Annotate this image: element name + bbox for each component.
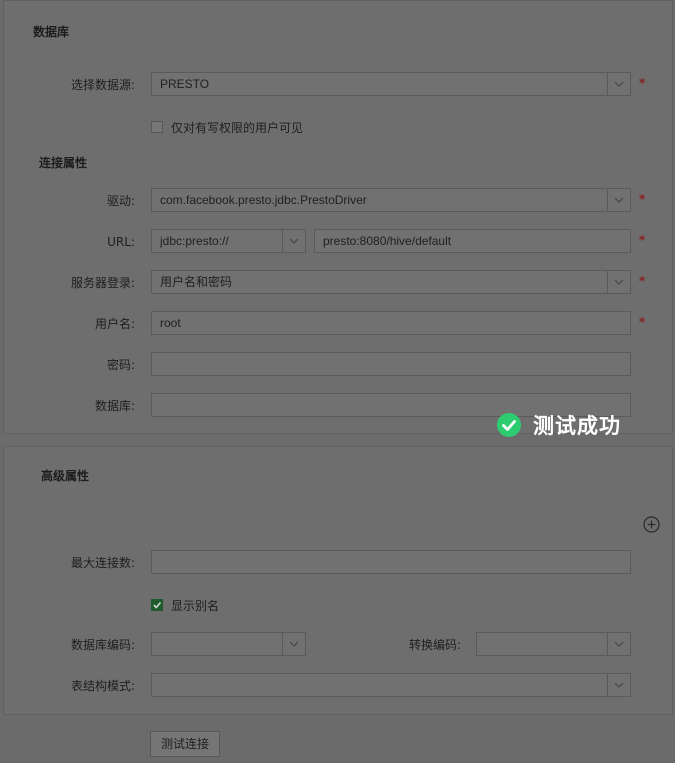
username-label: 用户名: xyxy=(94,317,135,331)
success-toast: 测试成功 xyxy=(497,410,621,440)
url-label: URL: xyxy=(107,235,135,249)
driver-label: 驱动: xyxy=(106,194,135,208)
convert-encoding-label: 转换编码: xyxy=(408,638,461,652)
required-mark: * xyxy=(639,76,646,90)
show-alias-checkbox[interactable] xyxy=(151,599,163,611)
advanced-section-title: 高级属性 xyxy=(41,469,90,483)
max-connections-input[interactable] xyxy=(151,550,631,574)
datasource-select[interactable]: PRESTO xyxy=(151,72,631,96)
write-permission-label: 仅对有写权限的用户可见 xyxy=(171,121,304,135)
convert-encoding-select[interactable] xyxy=(476,632,631,656)
url-prefix-value: jdbc:presto:// xyxy=(160,234,229,248)
driver-select[interactable]: com.facebook.presto.jdbc.PrestoDriver xyxy=(151,188,631,212)
required-mark: * xyxy=(639,192,646,206)
db-encoding-select[interactable] xyxy=(151,632,306,656)
show-alias-label: 显示别名 xyxy=(171,599,220,613)
db-encoding-label: 数据库编码: xyxy=(70,638,135,652)
password-input[interactable] xyxy=(151,352,631,376)
driver-value: com.facebook.presto.jdbc.PrestoDriver xyxy=(160,193,367,207)
url-prefix-select[interactable]: jdbc:presto:// xyxy=(151,229,306,253)
toast-text: 测试成功 xyxy=(533,414,621,438)
chevron-down-icon[interactable] xyxy=(607,73,630,95)
server-login-label: 服务器登录: xyxy=(70,276,135,290)
check-circle-icon xyxy=(497,413,521,437)
write-permission-checkbox[interactable] xyxy=(151,121,163,133)
chevron-down-icon[interactable] xyxy=(607,271,630,293)
server-login-select[interactable]: 用户名和密码 xyxy=(151,270,631,294)
database-section-title: 数据库 xyxy=(33,25,70,39)
schema-select[interactable] xyxy=(151,673,631,697)
chevron-down-icon[interactable] xyxy=(607,189,630,211)
required-mark: * xyxy=(639,315,646,329)
chevron-down-icon[interactable] xyxy=(282,230,305,252)
server-login-value: 用户名和密码 xyxy=(160,275,233,289)
password-label: 密码: xyxy=(106,358,135,372)
username-input[interactable]: root xyxy=(151,311,631,335)
schema-label: 表结构模式: xyxy=(70,679,135,693)
chevron-down-icon[interactable] xyxy=(607,633,630,655)
required-mark: * xyxy=(639,274,646,288)
datasource-label: 选择数据源: xyxy=(70,78,135,92)
database-label: 数据库: xyxy=(94,399,135,413)
connection-section-title: 连接属性 xyxy=(39,156,88,170)
url-input[interactable]: presto:8080/hive/default xyxy=(314,229,631,253)
chevron-down-icon[interactable] xyxy=(282,633,305,655)
chevron-down-icon[interactable] xyxy=(607,674,630,696)
required-mark: * xyxy=(639,233,646,247)
check-icon xyxy=(153,601,162,609)
test-connection-button[interactable]: 测试连接 xyxy=(150,731,220,757)
max-connections-label: 最大连接数: xyxy=(70,556,135,570)
datasource-value: PRESTO xyxy=(160,77,210,91)
add-circle-icon[interactable] xyxy=(643,516,660,533)
